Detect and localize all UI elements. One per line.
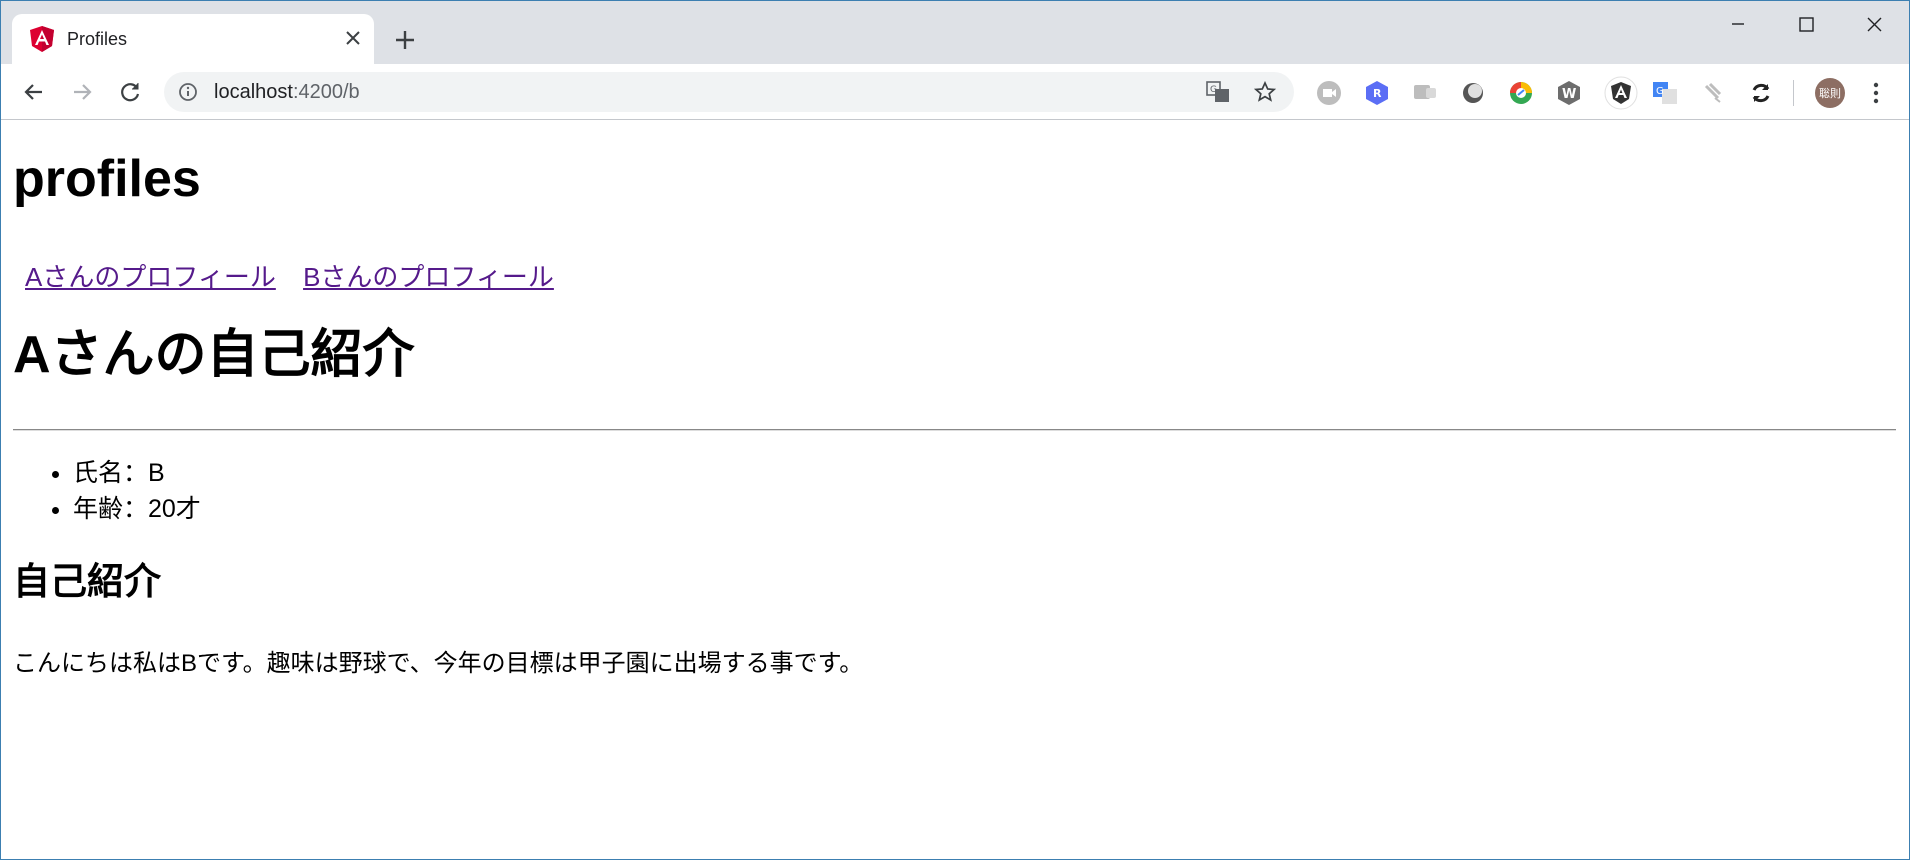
url-text: localhost:4200/b (214, 81, 360, 104)
toolbar-separator (1793, 80, 1794, 106)
menu-icon[interactable] (1866, 80, 1886, 106)
profile-heading: Aさんの自己紹介 (13, 326, 415, 384)
ext-w-icon[interactable]: W (1556, 80, 1582, 106)
maximize-icon[interactable] (1782, 10, 1830, 38)
tab-strip: Profiles (0, 0, 1910, 64)
intro-text: こんにちは私はBです。趣味は野球で、今年の目標は甲子園に出場する事です。 (13, 650, 864, 677)
ext-pin-icon[interactable] (1700, 80, 1726, 106)
star-icon[interactable] (1254, 81, 1276, 103)
ext-circle-icon[interactable] (1460, 80, 1486, 106)
ext-chrome-icon[interactable] (1508, 80, 1534, 106)
reload-icon[interactable] (116, 78, 144, 106)
fact-name: 氏名：B (73, 455, 201, 491)
link-profile-b[interactable]: Bさんのプロフィール (303, 262, 554, 292)
tab-title: Profiles (67, 29, 128, 49)
close-icon[interactable] (342, 27, 364, 49)
browser-toolbar: localhost:4200/b G R W G 聡則 (0, 64, 1910, 120)
ext-r-icon[interactable]: R (1364, 80, 1390, 106)
fact-age: 年齢：20才 (73, 491, 201, 527)
ext-angular-icon[interactable] (1604, 76, 1638, 110)
svg-text:W: W (1562, 87, 1576, 102)
angular-favicon-icon (30, 26, 54, 52)
address-bar[interactable]: localhost:4200/b G (164, 72, 1294, 112)
translate-icon[interactable]: G (1206, 81, 1230, 103)
info-icon[interactable] (178, 82, 198, 102)
window-close-icon[interactable] (1850, 10, 1898, 38)
forward-icon[interactable] (68, 78, 96, 106)
profile-facts: 氏名：B 年齢：20才 (13, 455, 201, 527)
ext-chat-icon[interactable] (1412, 80, 1438, 106)
avatar[interactable]: 聡則 (1815, 78, 1845, 108)
link-profile-a[interactable]: Aさんのプロフィール (25, 262, 276, 292)
ext-sync-icon[interactable] (1748, 80, 1774, 106)
profile-links: Aさんのプロフィール Bさんのプロフィール (25, 257, 574, 294)
divider (13, 429, 1896, 431)
minimize-icon[interactable] (1714, 10, 1762, 38)
svg-text:G: G (1210, 85, 1217, 95)
page-title: profiles (13, 150, 201, 208)
ext-video-icon[interactable] (1316, 80, 1342, 106)
browser-tab[interactable]: Profiles (12, 14, 374, 64)
plus-icon[interactable] (390, 25, 420, 55)
intro-subheading: 自己紹介 (13, 561, 161, 602)
ext-google-translate-icon[interactable]: G (1652, 80, 1678, 106)
svg-text:G: G (1656, 86, 1664, 97)
svg-text:R: R (1373, 87, 1382, 100)
url-host: localhost (214, 81, 293, 103)
back-icon[interactable] (20, 78, 48, 106)
url-path: :4200/b (292, 81, 360, 103)
